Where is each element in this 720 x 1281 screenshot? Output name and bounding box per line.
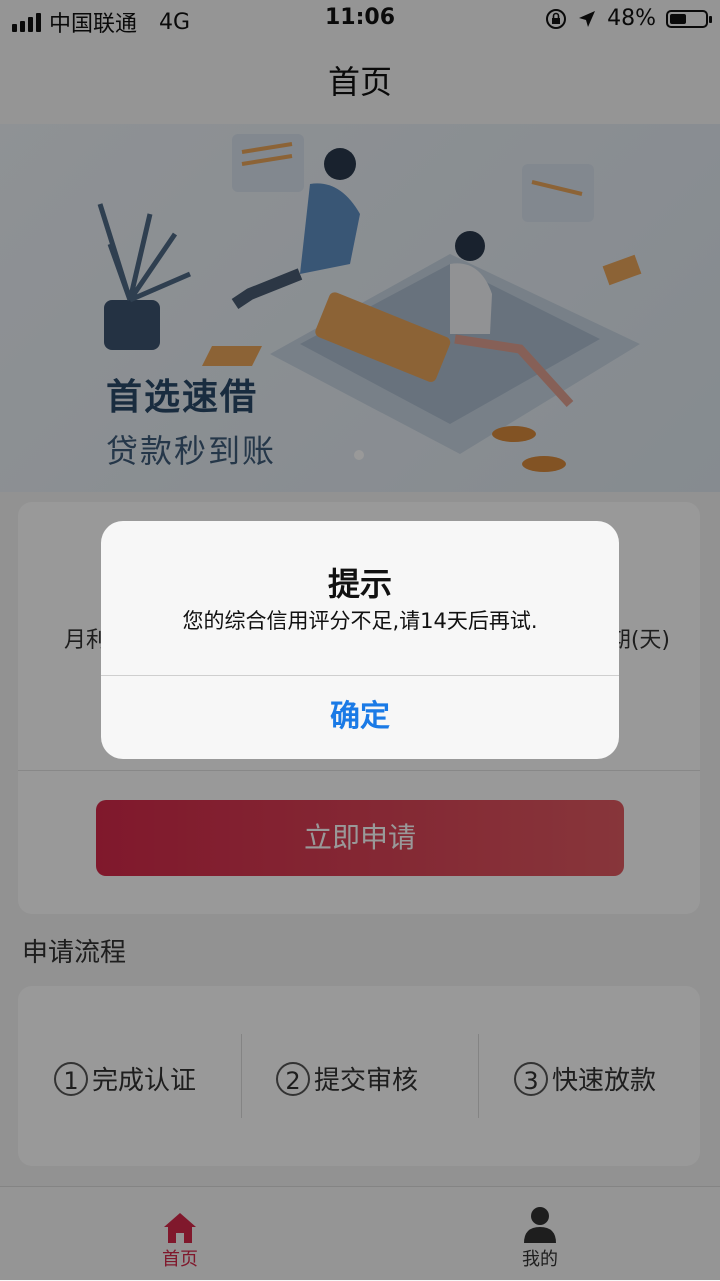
alert-dialog: 提示 您的综合信用评分不足,请14天后再试. 确定 (101, 521, 619, 759)
dialog-message: 您的综合信用评分不足,请14天后再试. (182, 609, 538, 633)
dialog-title: 提示 (327, 565, 392, 603)
confirm-button[interactable]: 确定 (101, 675, 619, 759)
